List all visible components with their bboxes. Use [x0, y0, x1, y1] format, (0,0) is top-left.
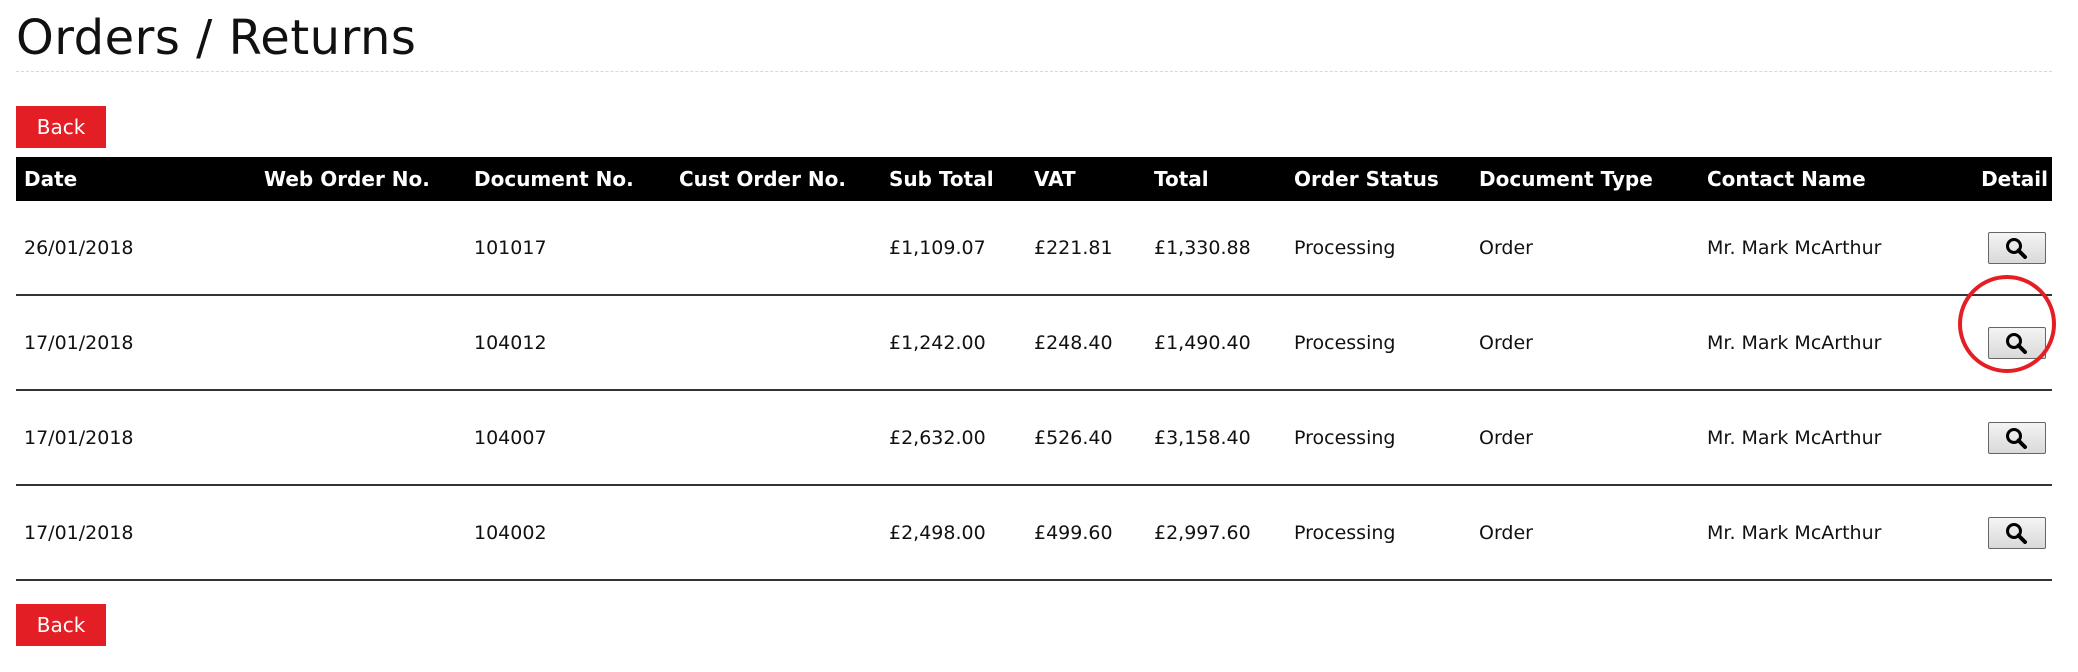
cell-cust-order-no: [671, 295, 881, 391]
orders-table: Date Web Order No. Document No. Cust Ord…: [16, 157, 2052, 581]
back-button-bottom[interactable]: Back: [16, 604, 106, 646]
cell-detail: [1944, 295, 2052, 391]
cell-vat: £499.60: [1026, 485, 1146, 581]
cell-total: £3,158.40: [1146, 390, 1286, 486]
header-document-type: Document Type: [1471, 157, 1699, 201]
view-detail-button[interactable]: [1988, 231, 2046, 264]
magnifier-icon: [2006, 332, 2027, 354]
orders-returns-page: Orders / Returns Back Date Web Order No.…: [0, 0, 2078, 672]
cell-order-status: Processing: [1286, 295, 1471, 391]
header-detail: Detail: [1944, 157, 2052, 201]
cell-vat: £526.40: [1026, 390, 1146, 486]
cell-document-type: Order: [1471, 201, 1699, 296]
table-header-row: Date Web Order No. Document No. Cust Ord…: [16, 157, 2052, 201]
page-title: Orders / Returns: [16, 10, 417, 66]
cell-document-no: 104012: [466, 295, 671, 391]
cell-sub-total: £1,242.00: [881, 295, 1026, 391]
header-total: Total: [1146, 157, 1286, 201]
table-row: 17/01/2018 104012 £1,242.00 £248.40 £1,4…: [16, 295, 2052, 391]
table-row: 17/01/2018 104007 £2,632.00 £526.40 £3,1…: [16, 390, 2052, 486]
cell-total: £1,330.88: [1146, 201, 1286, 296]
cell-document-no: 104002: [466, 485, 671, 581]
header-date: Date: [16, 157, 256, 201]
cell-contact-name: Mr. Mark McArthur: [1699, 201, 1944, 296]
cell-web-order-no: [256, 485, 466, 581]
magnifier-icon: [2006, 522, 2027, 544]
cell-document-type: Order: [1471, 390, 1699, 486]
cell-document-no: 104007: [466, 390, 671, 486]
cell-cust-order-no: [671, 390, 881, 486]
cell-date: 17/01/2018: [16, 390, 256, 486]
cell-date: 17/01/2018: [16, 485, 256, 581]
view-detail-button[interactable]: [1988, 516, 2046, 549]
cell-date: 26/01/2018: [16, 201, 256, 296]
cell-cust-order-no: [671, 485, 881, 581]
view-detail-button[interactable]: [1988, 326, 2046, 359]
header-contact-name: Contact Name: [1699, 157, 1944, 201]
cell-order-status: Processing: [1286, 201, 1471, 296]
cell-cust-order-no: [671, 201, 881, 296]
magnifier-icon: [2006, 237, 2027, 259]
view-detail-button[interactable]: [1988, 421, 2046, 454]
cell-document-type: Order: [1471, 295, 1699, 391]
cell-vat: £221.81: [1026, 201, 1146, 296]
cell-web-order-no: [256, 390, 466, 486]
back-button-top[interactable]: Back: [16, 106, 106, 148]
header-cust-order-no: Cust Order No.: [671, 157, 881, 201]
cell-detail: [1944, 390, 2052, 486]
header-vat: VAT: [1026, 157, 1146, 201]
header-web-order-no: Web Order No.: [256, 157, 466, 201]
cell-date: 17/01/2018: [16, 295, 256, 391]
cell-total: £1,490.40: [1146, 295, 1286, 391]
cell-document-no: 101017: [466, 201, 671, 296]
cell-detail: [1944, 485, 2052, 581]
cell-detail: [1944, 201, 2052, 296]
cell-sub-total: £2,498.00: [881, 485, 1026, 581]
cell-sub-total: £1,109.07: [881, 201, 1026, 296]
cell-vat: £248.40: [1026, 295, 1146, 391]
header-document-no: Document No.: [466, 157, 671, 201]
header-order-status: Order Status: [1286, 157, 1471, 201]
orders-table-container: Date Web Order No. Document No. Cust Ord…: [16, 157, 2052, 581]
table-row: 17/01/2018 104002 £2,498.00 £499.60 £2,9…: [16, 485, 2052, 581]
cell-contact-name: Mr. Mark McArthur: [1699, 485, 1944, 581]
title-divider: [16, 71, 2052, 72]
cell-web-order-no: [256, 201, 466, 296]
magnifier-icon: [2006, 427, 2027, 449]
cell-web-order-no: [256, 295, 466, 391]
cell-order-status: Processing: [1286, 485, 1471, 581]
header-sub-total: Sub Total: [881, 157, 1026, 201]
cell-contact-name: Mr. Mark McArthur: [1699, 295, 1944, 391]
cell-contact-name: Mr. Mark McArthur: [1699, 390, 1944, 486]
cell-sub-total: £2,632.00: [881, 390, 1026, 486]
cell-order-status: Processing: [1286, 390, 1471, 486]
cell-document-type: Order: [1471, 485, 1699, 581]
table-row: 26/01/2018 101017 £1,109.07 £221.81 £1,3…: [16, 201, 2052, 296]
cell-total: £2,997.60: [1146, 485, 1286, 581]
